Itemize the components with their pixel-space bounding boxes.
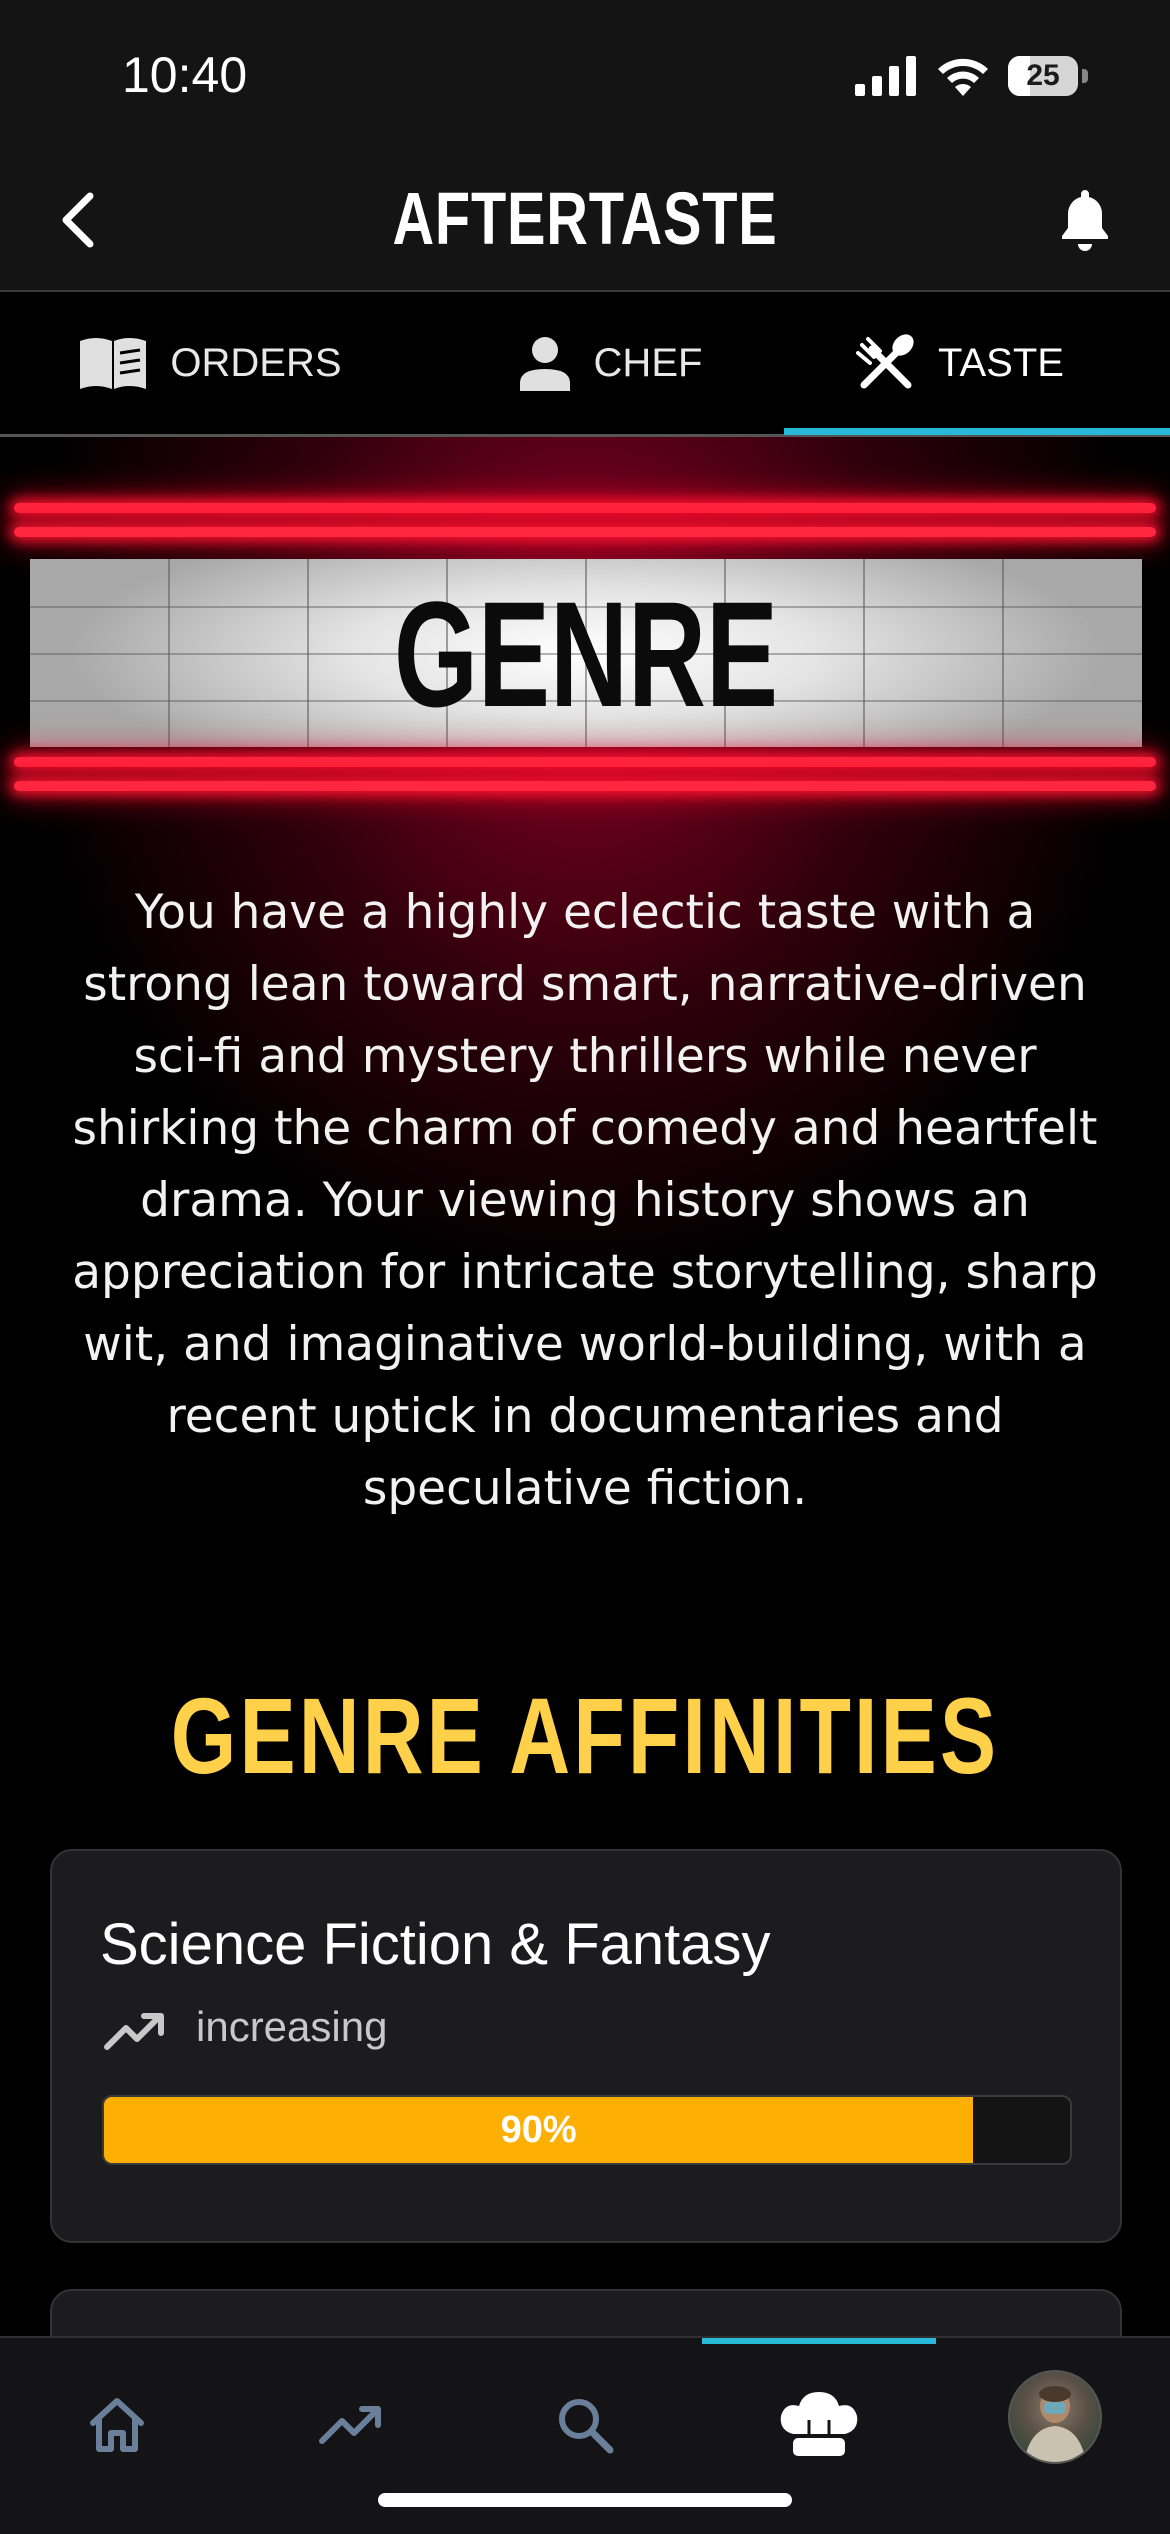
nav-search[interactable] — [540, 2380, 630, 2470]
chef-hat-icon — [780, 2392, 858, 2456]
trend-label: increasing — [196, 2003, 388, 2050]
tab-taste[interactable]: TASTE — [810, 292, 1110, 434]
chevron-left-icon[interactable] — [44, 180, 124, 260]
home-icon — [90, 2398, 144, 2452]
nav-chef[interactable] — [774, 2380, 864, 2470]
bell-icon[interactable] — [1045, 180, 1125, 260]
tab-chef-label: CHEF — [593, 340, 703, 385]
affinity-percent: 90% — [500, 2109, 577, 2151]
tab-orders-label: ORDERS — [170, 340, 342, 385]
tab-orders[interactable]: ORDERS — [60, 292, 360, 434]
battery-level: 25 — [1026, 59, 1060, 92]
genre-affinity-card-next[interactable] — [50, 2289, 1122, 2337]
neon-line-top-1 — [14, 503, 1156, 513]
app-header: AFTERTASTE — [0, 150, 1170, 292]
nav-trending[interactable] — [306, 2380, 396, 2470]
tab-chef[interactable]: CHEF — [480, 292, 740, 434]
marquee-sign: GENRE SAVANT — [30, 559, 1142, 747]
neon-line-bottom-2 — [14, 781, 1156, 791]
section-title-genre-affinities: GENRE AFFINITIES — [170, 1675, 1000, 1796]
nav-home[interactable] — [72, 2380, 162, 2470]
fork-spoon-icon — [856, 334, 914, 389]
status-time: 10:40 — [122, 47, 248, 103]
profile-description: You have a highly eclectic taste with a … — [72, 885, 1098, 1516]
wifi-icon — [938, 58, 988, 96]
affinity-progress-bar: 90% — [102, 2095, 1072, 2165]
tab-taste-label: TASTE — [938, 340, 1064, 385]
book-icon — [80, 338, 147, 389]
genre-affinity-card[interactable]: Science Fiction & Fantasy increasing 90% — [50, 1849, 1122, 2243]
battery-icon: 25 — [1008, 56, 1088, 98]
genre-name: Science Fiction & Fantasy — [100, 1912, 771, 1977]
profile-title: GENRE SAVANT — [372, 570, 800, 747]
app-title: AFTERTASTE — [392, 177, 778, 260]
cellular-signal-icon — [855, 56, 916, 96]
profile-avatar[interactable] — [1008, 2370, 1102, 2464]
active-nav-indicator — [702, 2338, 936, 2344]
neon-line-top-2 — [14, 527, 1156, 537]
active-tab-indicator — [784, 428, 1170, 435]
tab-bar: ORDERS CHEF TASTE — [0, 292, 1170, 437]
search-icon — [559, 2399, 614, 2454]
status-bar: 10:40 25 — [0, 0, 1170, 150]
taste-content[interactable]: GENRE SAVANT You have a highly eclectic … — [0, 437, 1170, 2337]
home-indicator[interactable] — [378, 2493, 792, 2507]
trending-up-icon — [104, 2013, 164, 2050]
person-icon — [519, 337, 570, 391]
neon-line-bottom-1 — [14, 757, 1156, 767]
trending-icon — [319, 2406, 381, 2444]
